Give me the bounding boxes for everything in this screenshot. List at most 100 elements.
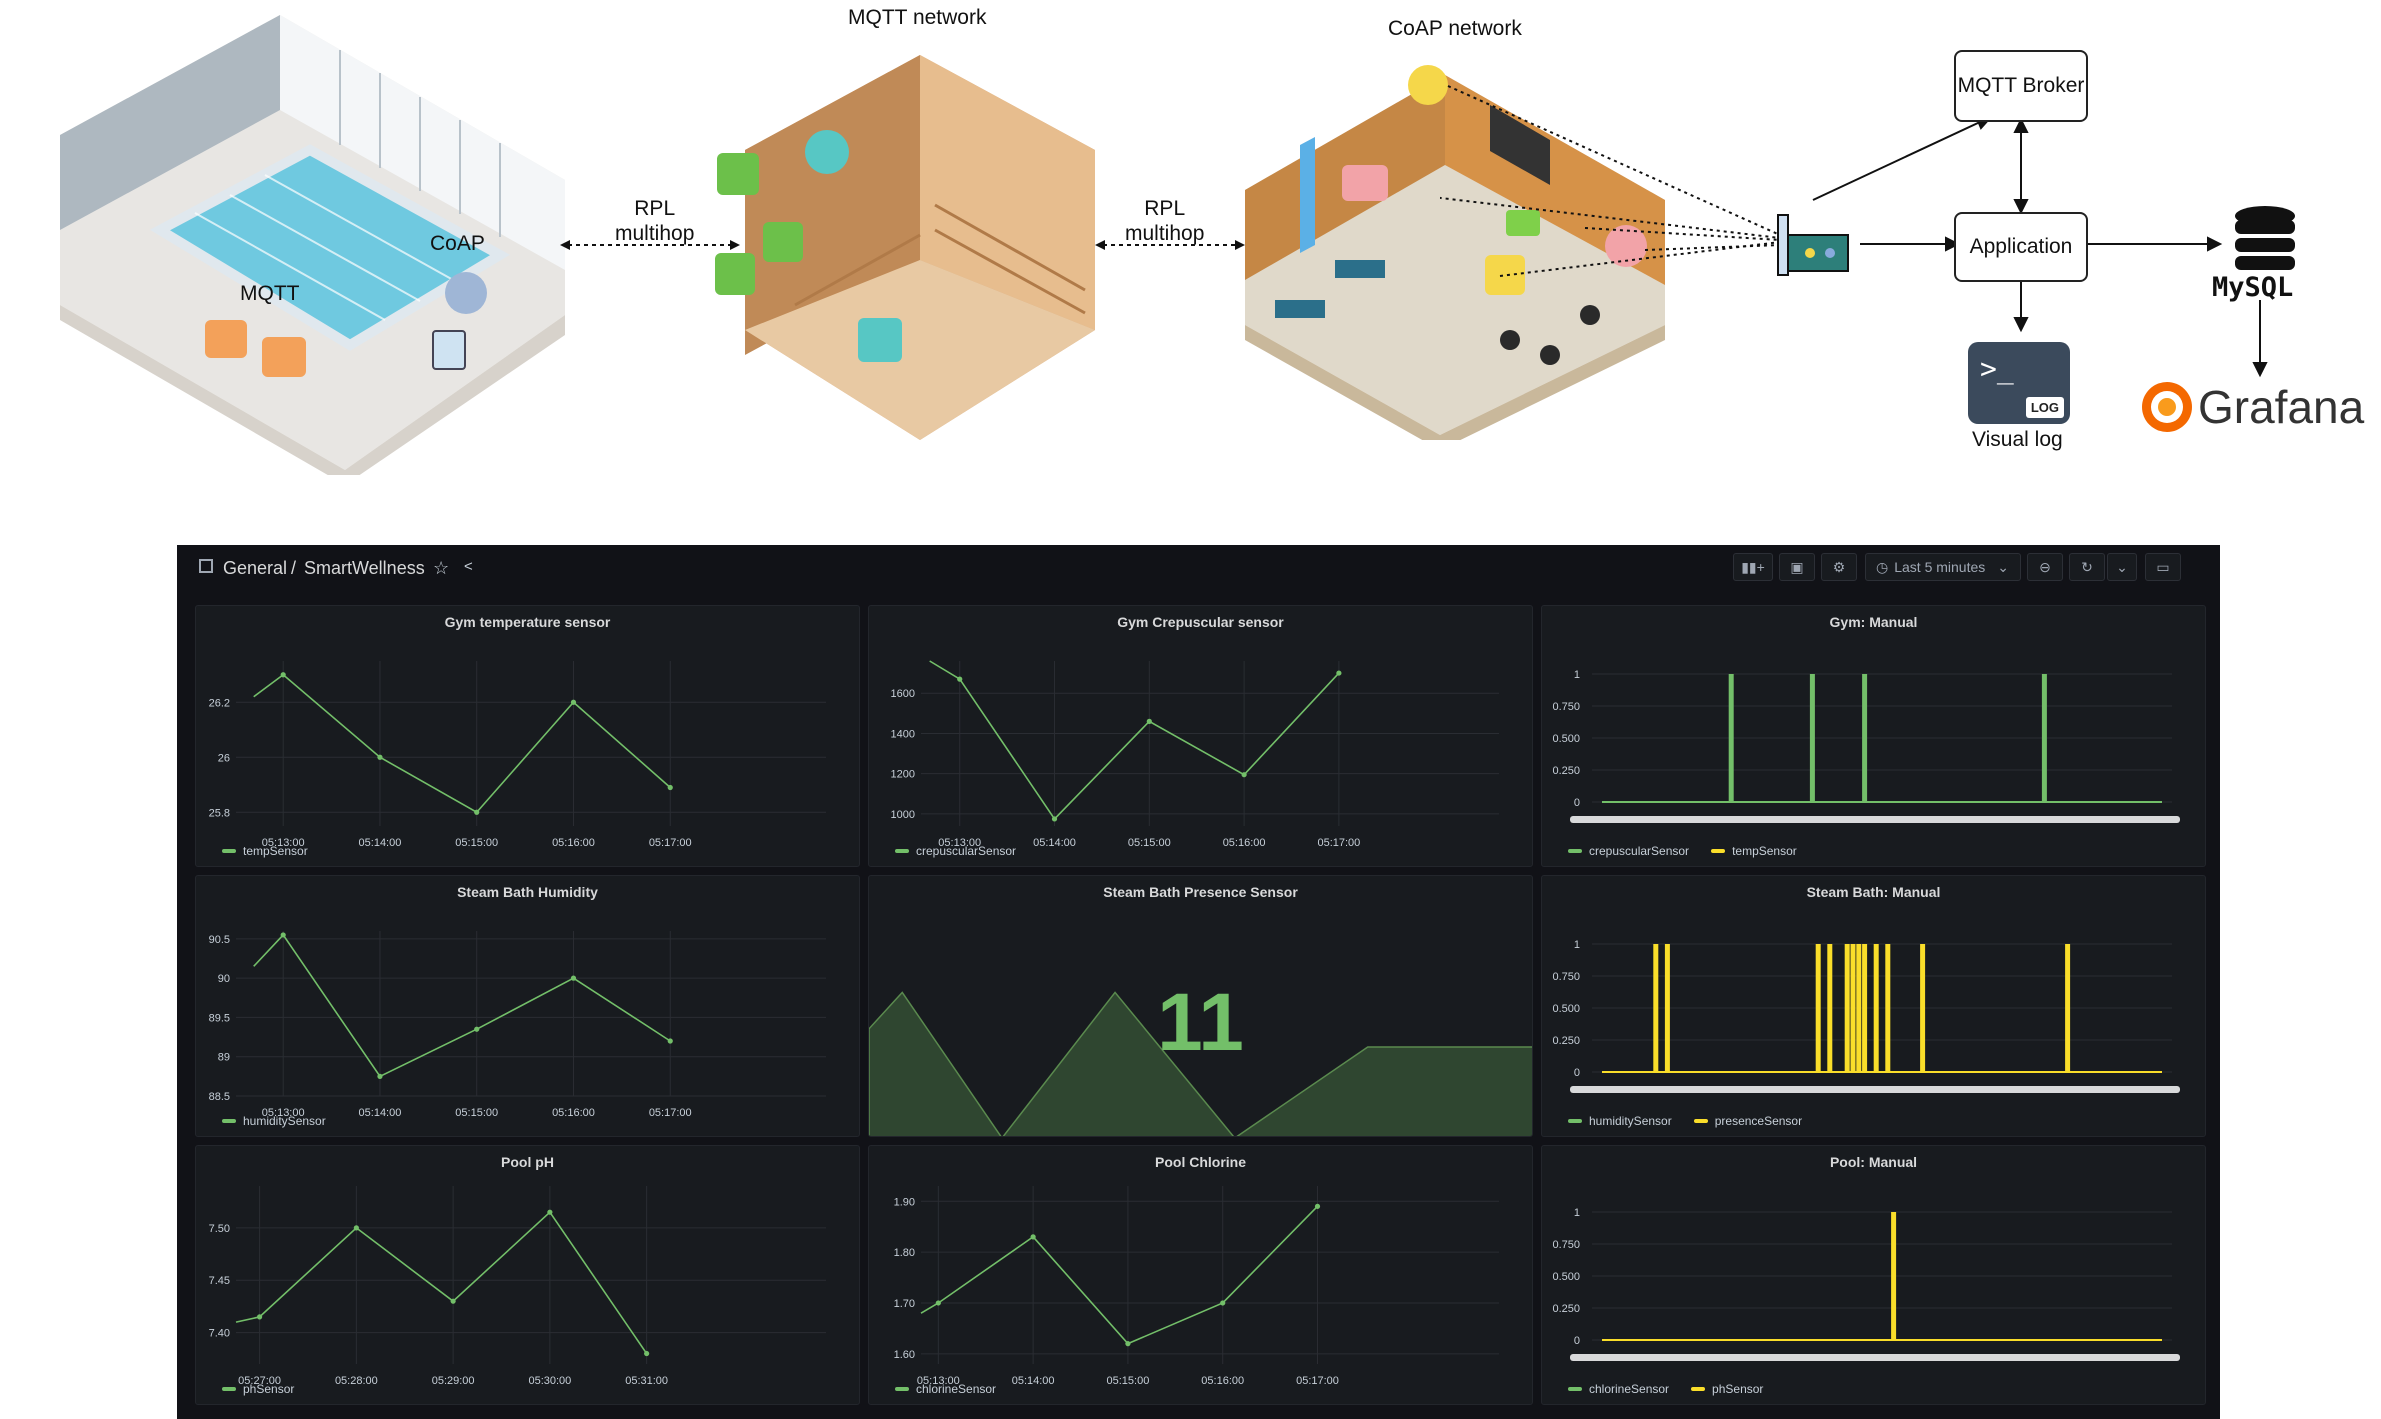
- y-tick-label: 7.45: [209, 1275, 230, 1287]
- data-point: [474, 1026, 480, 1032]
- legend-item[interactable]: crepuscularSensor: [1568, 844, 1689, 858]
- x-tick-label: 05:28:00: [335, 1375, 378, 1387]
- panel-pool-manual[interactable]: Pool: Manual 1 0.750 0.500 0.250 0 chlorineS…: [1541, 1145, 2206, 1405]
- panel-gym-manual[interactable]: Gym: Manual 1 0.750 0.500 0.250 0 crepuscula…: [1541, 605, 2206, 867]
- presence-icon: [763, 222, 803, 262]
- data-point: [1220, 1300, 1226, 1306]
- share-icon[interactable]: <: [464, 558, 473, 575]
- legend-item[interactable]: humiditySensor: [1568, 1114, 1672, 1128]
- panel-gym-temperature[interactable]: Gym temperature sensor 26.2 26 25.8 05:13:0…: [195, 605, 860, 867]
- data-point: [257, 1314, 263, 1320]
- save-dashboard-button[interactable]: ▣: [1779, 553, 1815, 581]
- y-tick-label: 1400: [891, 728, 915, 740]
- pulse-bar: [1862, 944, 1868, 1072]
- legend-item[interactable]: chlorineSensor: [895, 1382, 996, 1396]
- time-scrollbar: [1570, 1086, 2180, 1093]
- pulse-bar: [1728, 674, 1734, 802]
- panel-pool-ph[interactable]: Pool pH 7.50 7.45 7.40 05:27:00 05:28:00 05:2…: [195, 1145, 860, 1405]
- y-tick-label: 88.5: [209, 1091, 230, 1103]
- y-tick-label: 1.70: [894, 1298, 915, 1310]
- mqtt-broker-box: MQTT Broker: [1954, 50, 2088, 122]
- pulse-bar: [1844, 944, 1850, 1072]
- pool-coap-label: CoAP: [430, 232, 485, 255]
- pulse-bar: [1664, 944, 1670, 1072]
- pulse-bar: [1850, 944, 1856, 1072]
- settings-button[interactable]: ⚙: [1821, 553, 1857, 581]
- zoom-out-icon: ⊖: [2039, 558, 2051, 575]
- panel-steam-manual[interactable]: Steam Bath: Manual 1 0.750 0.500 0.250 0 hum…: [1541, 875, 2206, 1137]
- add-panel-button[interactable]: ▮▮+: [1733, 553, 1773, 581]
- data-point: [280, 672, 286, 678]
- panel-steam-presence[interactable]: Steam Bath Presence Sensor 11: [868, 875, 1533, 1137]
- y-tick-label: 1200: [891, 769, 915, 781]
- panel-pool-chlorine[interactable]: Pool Chlorine 1.90 1.80 1.70 1.60 05:13:00 05…: [868, 1145, 1533, 1405]
- data-point: [935, 1300, 941, 1306]
- y-tick-label: 0.750: [1552, 701, 1580, 713]
- steam-manual-chart: 1 0.750 0.500 0.250 0: [1552, 939, 2180, 1093]
- y-tick-label: 0: [1574, 1335, 1580, 1347]
- camera-icon: [262, 337, 306, 377]
- rpl-right-arrow: [1095, 240, 1245, 250]
- panel-legend: phSensor: [222, 1382, 294, 1396]
- visual-log-label: Visual log: [1972, 428, 2063, 451]
- legend-item[interactable]: tempSensor: [222, 844, 308, 858]
- tv-mode-button[interactable]: ▭: [2145, 553, 2181, 581]
- y-tick-label: 0.500: [1552, 733, 1580, 745]
- x-tick-label: 05:31:00: [625, 1375, 668, 1387]
- data-point: [667, 1038, 673, 1044]
- data-point: [547, 1209, 553, 1215]
- panel-gym-crepuscular[interactable]: Gym Crepuscular sensor 1600 1400 1200 1000 0…: [868, 605, 1533, 867]
- y-tick-label: 90.5: [209, 934, 230, 946]
- series-line: [920, 1205, 1319, 1345]
- data-point: [667, 784, 673, 791]
- x-tick-label: 05:29:00: [432, 1375, 475, 1387]
- panel-steam-humidity[interactable]: Steam Bath Humidity 90.5 90 89.5 89 88.5 05:1…: [195, 875, 860, 1137]
- y-tick-label: 25.8: [209, 807, 230, 819]
- y-tick-label: 1.90: [894, 1196, 915, 1208]
- data-point: [1146, 718, 1152, 724]
- panel-legend: humiditySensor: [222, 1114, 326, 1128]
- legend-item[interactable]: humiditySensor: [222, 1114, 326, 1128]
- y-tick-label: 0: [1574, 1067, 1580, 1079]
- y-tick-label: 89: [218, 1052, 230, 1064]
- legend-item[interactable]: presenceSensor: [1693, 1114, 1802, 1128]
- panel-legend: crepuscularSensor tempSensor: [1568, 844, 1797, 858]
- apps-grid-icon[interactable]: [199, 559, 213, 573]
- pool-room-illustration: [60, 15, 565, 475]
- x-tick-label: 05:14:00: [359, 1107, 402, 1119]
- star-icon[interactable]: ☆: [433, 558, 449, 579]
- panel-legend: tempSensor: [222, 844, 308, 858]
- save-icon: ▣: [1790, 558, 1804, 575]
- chevron-down-icon: ⌄: [2116, 558, 2128, 575]
- data-point: [377, 754, 383, 760]
- data-point: [474, 809, 480, 815]
- data-point: [450, 1298, 456, 1304]
- breadcrumb-title[interactable]: SmartWellness: [304, 558, 425, 579]
- legend-item[interactable]: crepuscularSensor: [895, 844, 1016, 858]
- refresh-button[interactable]: ↻: [2069, 553, 2105, 581]
- legend-item[interactable]: tempSensor: [1711, 844, 1797, 858]
- legend-item[interactable]: phSensor: [222, 1382, 294, 1396]
- architecture-diagram: CoAP MQTT RPL multihop MQTT network RPL mu…: [0, 0, 2381, 520]
- data-point: [377, 1073, 383, 1079]
- gear-icon: ⚙: [1832, 558, 1846, 575]
- pulse-bar: [1815, 944, 1821, 1072]
- y-tick-label: 26.2: [209, 697, 230, 709]
- chevron-down-icon: ⌄: [1997, 558, 2010, 575]
- zoom-out-button[interactable]: ⊖: [2027, 553, 2063, 581]
- humidity-icon: [805, 130, 849, 174]
- gym-manual-chart: 1 0.750 0.500 0.250 0: [1552, 669, 2180, 823]
- pulse-bar: [1920, 944, 1926, 1072]
- y-tick-label: 89.5: [209, 1012, 230, 1024]
- x-tick-label: 05:15:00: [1107, 1375, 1150, 1387]
- x-tick-label: 05:16:00: [1201, 1375, 1244, 1387]
- time-range-picker[interactable]: ◷ Last 5 minutes ⌄: [1865, 553, 2021, 581]
- y-tick-label: 0.500: [1552, 1271, 1580, 1283]
- data-point: [570, 975, 577, 981]
- refresh-interval-button[interactable]: ⌄: [2107, 553, 2137, 581]
- legend-item[interactable]: phSensor: [1691, 1382, 1763, 1396]
- add-panel-icon: ▮▮+: [1741, 558, 1765, 575]
- legend-item[interactable]: chlorineSensor: [1568, 1382, 1669, 1396]
- breadcrumb-folder[interactable]: General: [223, 558, 287, 579]
- y-tick-label: 1.80: [894, 1247, 915, 1259]
